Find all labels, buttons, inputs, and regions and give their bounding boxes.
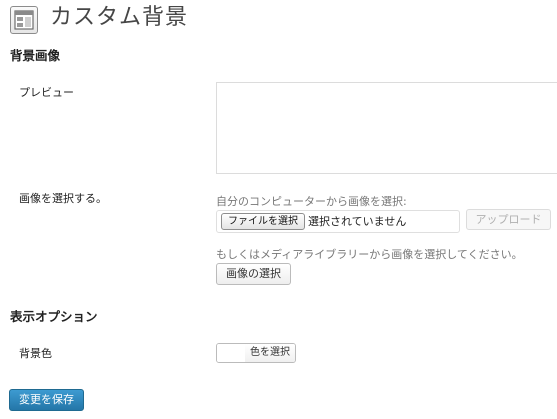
display-options-heading: 表示オプション	[10, 309, 98, 324]
library-hint: もしくはメディアライブラリーから画像を選択してください。	[216, 248, 523, 261]
save-changes-button[interactable]: 変更を保存	[9, 389, 84, 411]
select-image-label: 画像を選択する。	[19, 192, 107, 205]
upload-button[interactable]: アップロード	[466, 209, 551, 230]
file-input[interactable]: ファイルを選択 選択されていません	[216, 210, 460, 233]
select-image-button[interactable]: 画像の選択	[216, 263, 291, 285]
color-picker[interactable]: 色を選択	[216, 343, 296, 363]
background-preview	[216, 82, 557, 174]
choose-file-button[interactable]: ファイルを選択	[221, 213, 305, 230]
preview-label: プレビュー	[19, 86, 74, 99]
upload-hint: 自分のコンピューターから画像を選択:	[216, 195, 407, 208]
page-title: カスタム背景	[50, 5, 189, 30]
file-status: 選択されていません	[308, 215, 407, 228]
select-color-button[interactable]: 色を選択	[245, 344, 295, 362]
color-swatch[interactable]	[217, 344, 246, 362]
background-color-label: 背景色	[19, 347, 52, 360]
background-image-heading: 背景画像	[10, 48, 61, 63]
page-layout-icon	[10, 6, 38, 34]
